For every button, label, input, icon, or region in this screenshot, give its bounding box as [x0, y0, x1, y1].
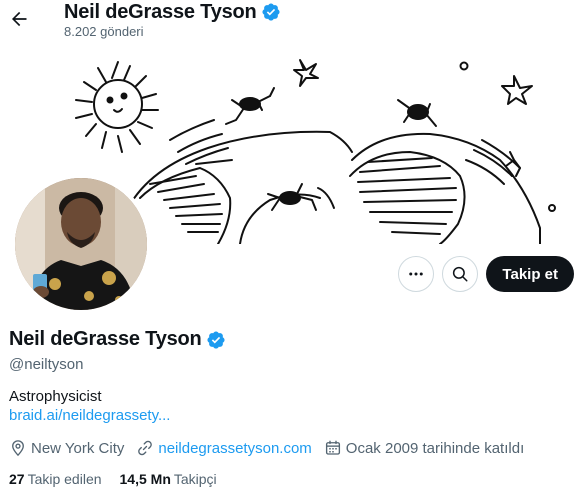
link-icon: [138, 440, 153, 456]
following-label: Takip edilen: [27, 471, 102, 487]
verified-badge-icon[interactable]: [206, 330, 226, 350]
profile-avatar[interactable]: [11, 174, 151, 314]
verified-badge-icon[interactable]: [261, 2, 281, 22]
header-title: Neil deGrasse Tyson: [64, 1, 257, 23]
joined-item: Ocak 2009 tarihinde katıldı: [324, 439, 524, 457]
top-bar: Neil deGrasse Tyson 8.202 gönderi: [0, 0, 586, 48]
profile-name-group: Neil deGrasse Tyson: [9, 328, 226, 351]
search-button[interactable]: [442, 256, 479, 292]
follow-button[interactable]: Takip et: [486, 256, 574, 292]
website-link[interactable]: neildegrassetyson.com: [158, 440, 311, 457]
profile-actions: Takip et: [398, 256, 574, 292]
profile-stats: 27 Takip edilen 14,5 Mn Takipçi: [9, 471, 235, 487]
profile-handle: @neiltyson: [9, 356, 84, 373]
location-item: New York City: [9, 439, 124, 457]
header-title-group: Neil deGrasse Tyson: [64, 0, 281, 24]
more-dots-icon: [409, 272, 424, 276]
more-button[interactable]: [398, 256, 435, 292]
back-button[interactable]: [4, 4, 34, 34]
followers-count: 14,5 Mn: [119, 471, 171, 487]
avatar-photo: [15, 178, 147, 310]
bio-link[interactable]: braid.ai/neildegrassety...: [9, 407, 170, 424]
search-icon: [453, 266, 468, 282]
joined-text: Ocak 2009 tarihinde katıldı: [345, 439, 525, 457]
website-item: neildegrassetyson.com: [136, 439, 312, 457]
profile-meta: New York City neildegrassetyson.com Ocak…: [9, 439, 536, 457]
arrow-left-icon: [12, 11, 27, 27]
following-count: 27: [9, 471, 25, 487]
location-text: New York City: [31, 439, 125, 457]
followers-label: Takipçi: [173, 471, 217, 487]
profile-bio: Astrophysicist: [9, 388, 102, 405]
following-stat[interactable]: 27 Takip edilen: [9, 471, 102, 487]
posts-count: 8.202 gönderi: [64, 24, 144, 39]
calendar-icon: [325, 440, 340, 455]
profile-name: Neil deGrasse Tyson: [9, 328, 202, 350]
location-pin-icon: [12, 440, 24, 457]
followers-stat[interactable]: 14,5 Mn Takipçi: [120, 471, 217, 487]
